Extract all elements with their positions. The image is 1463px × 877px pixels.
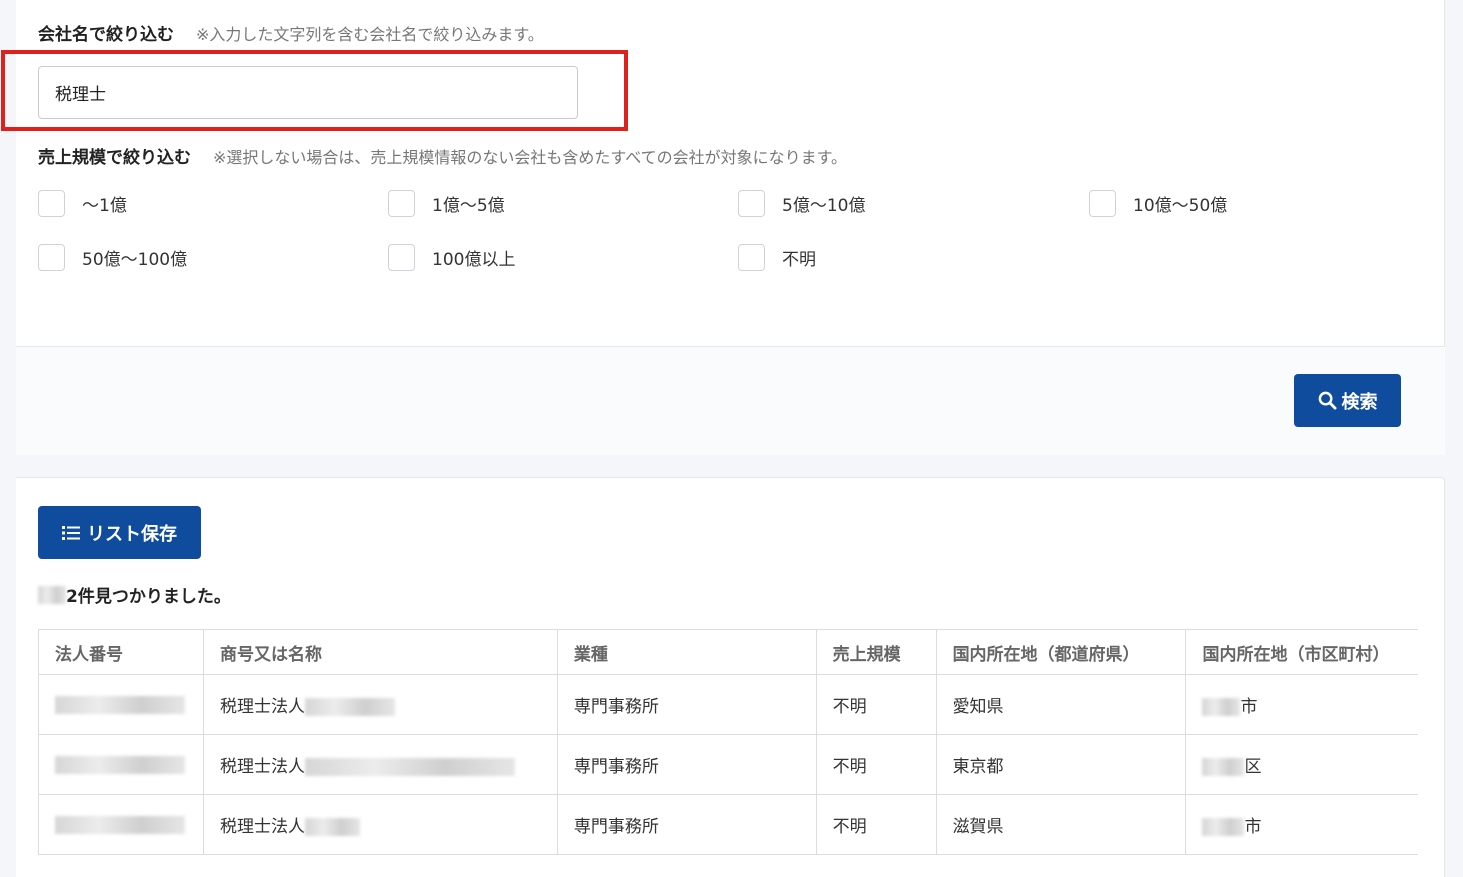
sales-option-5[interactable]: 100億以上 [388, 244, 515, 271]
city-suffix: 市 [1244, 817, 1262, 837]
checkbox[interactable] [38, 244, 65, 271]
redacted-text [55, 695, 185, 714]
save-list-label: リスト保存 [87, 523, 177, 545]
checkbox[interactable] [738, 244, 765, 271]
city-suffix: 市 [1240, 697, 1258, 717]
checkbox-label: 50億〜100億 [82, 250, 188, 270]
list-icon [62, 525, 80, 540]
sales-scale-filter-label: 売上規模で絞り込む ※選択しない場合は、売上規模情報のない会社も含めたすべての会… [38, 143, 847, 168]
sales-scale-filter-note: ※選択しない場合は、売上規模情報のない会社も含めたすべての会社が対象になります。 [213, 148, 848, 167]
redacted-text [1202, 698, 1241, 716]
table-header-row: 法人番号 商号又は名称 業種 売上規模 国内所在地（都道府県） 国内所在地（市区… [38, 629, 1418, 675]
city-cell: 区 [1185, 734, 1418, 795]
checkbox-label: 不明 [782, 250, 816, 270]
redacted-text [1202, 818, 1245, 836]
industry-cell: 専門事務所 [556, 734, 817, 795]
company-name-cell[interactable]: 税理士法人 [202, 794, 558, 855]
results-table: 法人番号 商号又は名称 業種 売上規模 国内所在地（都道府県） 国内所在地（市区… [38, 629, 1418, 855]
table-row[interactable]: 税理士法人 専門事務所 不明 滋賀県 市 [38, 794, 1418, 855]
prefecture-cell: 愛知県 [935, 674, 1187, 735]
sales-cell: 不明 [815, 734, 937, 795]
checkbox[interactable] [38, 190, 65, 217]
redacted-text [304, 818, 360, 836]
table-row[interactable]: 税理士法人 専門事務所 不明 東京都 区 [38, 734, 1418, 795]
company-name-text: 税理士法人 [219, 697, 305, 717]
city-suffix: 区 [1244, 757, 1262, 777]
checkbox[interactable] [738, 190, 765, 217]
column-header[interactable]: 法人番号 [38, 629, 204, 675]
checkbox-label: 100億以上 [432, 250, 516, 270]
sales-option-2[interactable]: 5億〜10億 [738, 190, 865, 217]
checkbox-label: 5億〜10億 [782, 196, 866, 216]
results-card: リスト保存 2件見つかりました。 法人番号 商号又は名称 業種 売上規模 国内所… [16, 477, 1445, 877]
checkbox[interactable] [1089, 190, 1116, 217]
corp-number-cell [38, 674, 204, 735]
industry-cell: 専門事務所 [556, 794, 817, 855]
sales-option-6[interactable]: 不明 [738, 244, 816, 271]
search-button[interactable]: 検索 [1294, 374, 1401, 427]
highlight-annotation [1, 50, 628, 131]
result-count: 2件見つかりました。 [38, 582, 231, 607]
company-name-filter-note: ※入力した文字列を含む会社名で絞り込みます。 [196, 25, 544, 44]
industry-cell: 専門事務所 [556, 674, 817, 735]
prefecture-cell: 東京都 [935, 734, 1187, 795]
redacted-text [1202, 758, 1245, 776]
sales-option-3[interactable]: 10億〜50億 [1089, 190, 1227, 217]
company-name-text: 税理士法人 [219, 757, 305, 777]
checkbox[interactable] [388, 190, 415, 217]
filter-card: 会社名で絞り込む ※入力した文字列を含む会社名で絞り込みます。 売上規模で絞り込… [1, 0, 1445, 455]
column-header[interactable]: 売上規模 [815, 629, 937, 675]
redacted-text [55, 755, 185, 774]
sales-cell: 不明 [815, 674, 937, 735]
save-list-button[interactable]: リスト保存 [38, 506, 201, 559]
column-header[interactable]: 商号又は名称 [202, 629, 558, 675]
redacted-count [38, 585, 66, 604]
prefecture-cell: 滋賀県 [935, 794, 1187, 855]
city-cell: 市 [1185, 674, 1418, 735]
redacted-text [55, 815, 185, 834]
corp-number-cell [38, 794, 204, 855]
column-header[interactable]: 業種 [556, 629, 817, 675]
filter-card-footer [16, 346, 1445, 455]
checkbox-label: 〜1億 [82, 196, 127, 216]
company-name-text: 税理士法人 [219, 817, 305, 837]
table-row[interactable]: 税理士法人 専門事務所 不明 愛知県 市 [38, 674, 1418, 735]
result-count-text: 2件見つかりました。 [66, 587, 231, 607]
company-name-cell[interactable]: 税理士法人 [202, 674, 558, 735]
search-button-label: 検索 [1341, 391, 1378, 413]
redacted-text [304, 698, 395, 716]
sales-option-1[interactable]: 1億〜5億 [388, 190, 505, 217]
search-icon [1318, 391, 1337, 410]
sales-option-0[interactable]: 〜1億 [38, 190, 127, 217]
company-name-cell[interactable]: 税理士法人 [202, 734, 558, 795]
city-cell: 市 [1185, 794, 1418, 855]
checkbox-label: 10億〜50億 [1133, 196, 1228, 216]
column-header[interactable]: 国内所在地（市区町村） [1185, 629, 1418, 675]
company-name-filter-title: 会社名で絞り込む [38, 25, 174, 45]
company-name-filter-label: 会社名で絞り込む ※入力した文字列を含む会社名で絞り込みます。 [38, 20, 544, 45]
checkbox[interactable] [388, 244, 415, 271]
sales-option-4[interactable]: 50億〜100億 [38, 244, 187, 271]
redacted-text [304, 758, 515, 776]
corp-number-cell [38, 734, 204, 795]
sales-scale-filter-title: 売上規模で絞り込む [38, 148, 191, 168]
checkbox-label: 1億〜5億 [432, 196, 505, 216]
sales-cell: 不明 [815, 794, 937, 855]
column-header[interactable]: 国内所在地（都道府県） [935, 629, 1187, 675]
